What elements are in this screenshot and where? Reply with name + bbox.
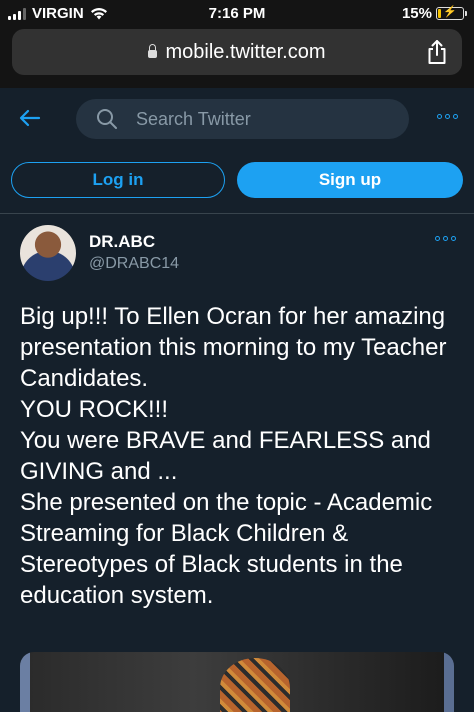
battery-icon: ⚡ [436,6,467,20]
more-icon[interactable] [437,114,458,119]
tweet-text: Big up!!! To Ellen Ocran for her amazing… [20,303,447,609]
battery-percent: 15% [401,5,432,22]
login-button[interactable]: Log in [11,162,225,198]
tweet-more-icon[interactable] [435,236,456,241]
search-input[interactable] [134,107,388,131]
status-bar: VIRGIN 7:16 PM 15% ⚡ [0,0,474,28]
tweet-display-name[interactable]: DR.ABC [89,232,155,252]
status-right: 15% ⚡ [401,5,467,22]
tweet-handle[interactable]: @DRABC14 [89,255,179,273]
browser-chrome: VIRGIN 7:16 PM 15% ⚡ mobile.twitter.com [0,0,474,88]
share-icon[interactable] [426,39,448,65]
back-arrow-icon[interactable] [18,106,42,130]
twitter-header [0,88,474,150]
lock-icon [148,44,158,58]
url-text: mobile.twitter.com [165,40,326,63]
tweet-media-image[interactable] [20,652,454,712]
url-bar[interactable]: mobile.twitter.com [12,29,462,75]
avatar[interactable] [20,225,76,281]
search-icon [97,109,117,129]
divider [0,213,474,214]
signup-button[interactable]: Sign up [237,162,463,198]
search-box[interactable] [76,99,409,139]
auth-row: Log in Sign up [0,162,474,200]
